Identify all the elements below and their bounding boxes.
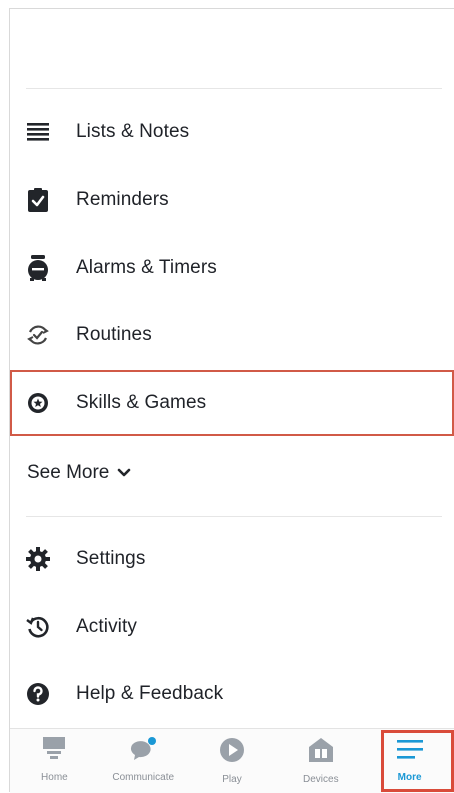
- nav-devices-label: Devices: [303, 774, 339, 785]
- help-icon: [24, 680, 52, 708]
- devices-icon: [308, 737, 334, 768]
- menu-item-skills-games[interactable]: Skills & Games: [10, 373, 454, 433]
- nav-more[interactable]: More: [365, 729, 454, 793]
- menu-item-routines[interactable]: Routines: [10, 305, 454, 365]
- chat-icon: [129, 737, 157, 766]
- menu-item-alarms-timers[interactable]: Alarms & Timers: [10, 238, 454, 298]
- nav-devices[interactable]: Devices: [276, 729, 365, 793]
- play-icon: [219, 737, 245, 768]
- menu-item-label: Alarms & Timers: [76, 257, 217, 278]
- nav-communicate-label: Communicate: [112, 772, 175, 783]
- mid-divider: [26, 516, 442, 517]
- menu-item-label: Settings: [76, 548, 146, 569]
- menu-item-activity[interactable]: Activity: [10, 597, 454, 657]
- alarm-clock-icon: [24, 254, 52, 282]
- menu-item-settings[interactable]: Settings: [10, 529, 454, 589]
- home-icon: [41, 737, 67, 766]
- see-more-button[interactable]: See More: [27, 458, 131, 488]
- nav-home-label: Home: [41, 772, 68, 783]
- see-more-label: See More: [27, 462, 110, 483]
- chevron-down-icon: [117, 468, 131, 478]
- menu-item-label: Lists & Notes: [76, 121, 190, 142]
- nav-home[interactable]: Home: [10, 729, 99, 793]
- menu-item-lists-notes[interactable]: Lists & Notes: [10, 102, 454, 162]
- clipboard-check-icon: [24, 186, 52, 214]
- routines-check-icon: [24, 321, 52, 349]
- nav-more-label: More: [397, 772, 422, 783]
- nav-play[interactable]: Play: [188, 729, 277, 793]
- menu-item-label: Skills & Games: [76, 392, 207, 413]
- menu-item-label: Help & Feedback: [76, 683, 224, 704]
- gear-icon: [24, 545, 52, 573]
- nav-play-label: Play: [222, 774, 242, 785]
- bottom-nav: Home Communicate Play Devices More: [10, 728, 454, 793]
- menu-item-label: Activity: [76, 616, 137, 637]
- history-icon: [24, 613, 52, 641]
- menu-item-help-feedback[interactable]: Help & Feedback: [10, 664, 454, 724]
- menu-item-reminders[interactable]: Reminders: [10, 170, 454, 230]
- top-divider: [26, 88, 442, 89]
- list-icon: [24, 118, 52, 146]
- skills-icon: [24, 389, 52, 417]
- menu-item-label: Routines: [76, 324, 152, 345]
- nav-communicate[interactable]: Communicate: [99, 729, 188, 793]
- menu-item-label: Reminders: [76, 189, 169, 210]
- menu-icon: [396, 737, 424, 766]
